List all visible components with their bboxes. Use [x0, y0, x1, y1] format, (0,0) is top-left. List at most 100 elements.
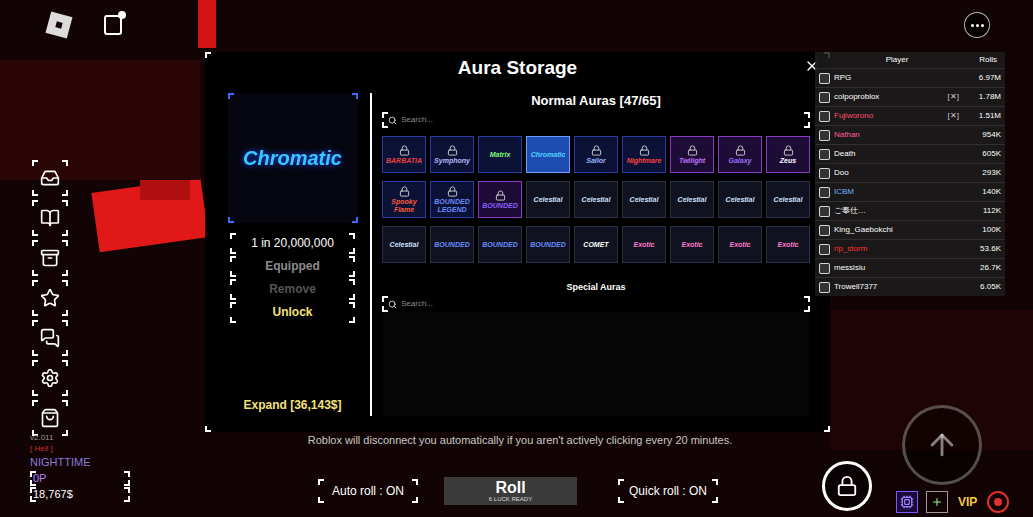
aura-cell[interactable]: Matrix: [478, 136, 522, 173]
aura-cell[interactable]: Zeus: [766, 136, 810, 173]
aura-action-button[interactable]: Remove: [230, 279, 355, 300]
corner-mark: [62, 280, 68, 286]
player-name: RPG: [834, 72, 963, 84]
leaderboard-row[interactable]: colpoproblox[✕]1.78M: [815, 87, 1005, 106]
corner-mark: [230, 317, 236, 323]
search-field[interactable]: Search...: [382, 112, 810, 128]
cpu-button[interactable]: [896, 491, 918, 513]
leaderboard-row[interactable]: ご奉仕…112K: [815, 201, 1005, 220]
gear-icon: [40, 368, 60, 388]
search-field[interactable]: Search...: [382, 296, 810, 312]
auto-roll-toggle[interactable]: Auto roll : ON: [318, 479, 418, 503]
side-menu-button[interactable]: [32, 280, 68, 316]
roblox-logo-icon[interactable]: [46, 12, 73, 39]
aura-cell[interactable]: Sailor: [574, 136, 618, 173]
leaderboard-row[interactable]: RPG 6.97M: [815, 68, 1005, 87]
aura-cell[interactable]: Celestial: [574, 181, 618, 218]
aura-cell[interactable]: Celestial: [526, 181, 570, 218]
side-menu-button[interactable]: [32, 200, 68, 236]
player-name: Nathan: [834, 129, 963, 141]
side-menu-button[interactable]: [32, 240, 68, 276]
roll-button[interactable]: Roll6 LUCK READY: [444, 477, 577, 505]
corner-mark: [228, 217, 234, 223]
side-menu-button[interactable]: [32, 400, 68, 436]
special-auras-title: Special Auras: [382, 281, 810, 293]
aura-cell[interactable]: Celestial: [622, 181, 666, 218]
player-rolls: 6.97M: [967, 72, 1001, 84]
corner-mark: [228, 93, 234, 99]
corner-mark: [230, 248, 236, 254]
leaderboard-row[interactable]: ICBM140K: [815, 182, 1005, 201]
player-icon: [819, 187, 830, 198]
more-menu-icon[interactable]: [964, 12, 990, 38]
lock-button[interactable]: [822, 461, 872, 511]
player-icon: [819, 225, 830, 236]
corner-mark: [318, 497, 324, 503]
aura-cell[interactable]: Exotic: [718, 226, 762, 263]
aura-cell[interactable]: Celestial: [670, 181, 714, 218]
leaderboard-row[interactable]: Doo293K: [815, 163, 1005, 182]
aura-cell[interactable]: COMET: [574, 226, 618, 263]
aura-cell[interactable]: Celestial: [382, 226, 426, 263]
game-screen: Aura StorageChromatic1 in 20,000,000Equi…: [0, 0, 1033, 517]
aura-cell[interactable]: BOUNDED: [478, 226, 522, 263]
corner-mark: [32, 360, 38, 366]
aura-cell[interactable]: BOUNDED: [526, 226, 570, 263]
search-placeholder: Search...: [401, 299, 433, 309]
aura-cell[interactable]: BOUNDED: [430, 226, 474, 263]
aura-name: BOUNDED: [434, 241, 469, 249]
leaderboard-row[interactable]: King_Gaebokchi100K: [815, 220, 1005, 239]
aura-name: BOUNDED: [482, 241, 517, 249]
aura-cell[interactable]: Exotic: [766, 226, 810, 263]
leaderboard-row[interactable]: rip_storm53.6K: [815, 239, 1005, 258]
aura-cell[interactable]: Twilight: [670, 136, 714, 173]
corner-mark: [618, 479, 624, 485]
search-icon: [388, 300, 397, 309]
side-menu-button[interactable]: [32, 360, 68, 396]
aura-action-button[interactable]: Equipped: [230, 256, 355, 277]
player-rolls: 954K: [967, 129, 1001, 141]
corner-mark: [230, 256, 236, 262]
aura-cell[interactable]: BOUNDED: [478, 181, 522, 218]
side-menu-button[interactable]: [32, 320, 68, 356]
player-name: Trowell7377: [834, 281, 963, 293]
corner-mark: [32, 400, 38, 406]
corner-mark: [349, 302, 355, 308]
corner-mark: [32, 270, 38, 276]
aura-cell[interactable]: Symphony: [430, 136, 474, 173]
jump-button[interactable]: [902, 405, 982, 485]
leaderboard-row[interactable]: Trowell73776.05K: [815, 277, 1005, 296]
expand-button[interactable]: Expand [36,143$]: [239, 394, 345, 416]
quick-roll-toggle[interactable]: Quick roll : ON: [618, 479, 718, 503]
chat-icon[interactable]: [104, 15, 122, 35]
side-menu-button[interactable]: [32, 160, 68, 196]
aura-cell[interactable]: Nightmare: [622, 136, 666, 173]
vip-button[interactable]: VIP: [956, 493, 979, 511]
leaderboard-row[interactable]: messisiu26.7K: [815, 258, 1005, 277]
corner-mark: [62, 350, 68, 356]
aura-cell[interactable]: BARBATIA: [382, 136, 426, 173]
aura-name: Nightmare: [627, 157, 662, 165]
aura-cell[interactable]: Celestial: [766, 181, 810, 218]
aura-cell[interactable]: Chromatic: [526, 136, 570, 173]
aura-cell[interactable]: Exotic: [622, 226, 666, 263]
aura-cell[interactable]: Spooky Flame: [382, 181, 426, 218]
leaderboard-row[interactable]: Death605K: [815, 144, 1005, 163]
record-button[interactable]: [987, 491, 1009, 513]
lock-icon: [687, 145, 698, 156]
player-icon: [819, 244, 830, 255]
leaderboard-row[interactable]: Nathan 954K: [815, 125, 1005, 144]
aura-name: BOUNDED: [482, 202, 517, 210]
aura-cell[interactable]: BOUNDED LEGEND: [430, 181, 474, 218]
star-icon: [40, 288, 60, 308]
player-name: Doo: [834, 167, 963, 179]
player-badge: [✕]: [948, 91, 959, 103]
aura-cell[interactable]: Celestial: [718, 181, 762, 218]
corner-mark: [804, 122, 810, 128]
bonus-button[interactable]: [926, 491, 948, 513]
leaderboard-row[interactable]: Fujiworono[✕]1.51M: [815, 106, 1005, 125]
aura-cell[interactable]: Exotic: [670, 226, 714, 263]
aura-cell[interactable]: Galaxy: [718, 136, 762, 173]
aura-name: COMET: [583, 241, 608, 249]
aura-action-button[interactable]: Unlock: [230, 302, 355, 323]
